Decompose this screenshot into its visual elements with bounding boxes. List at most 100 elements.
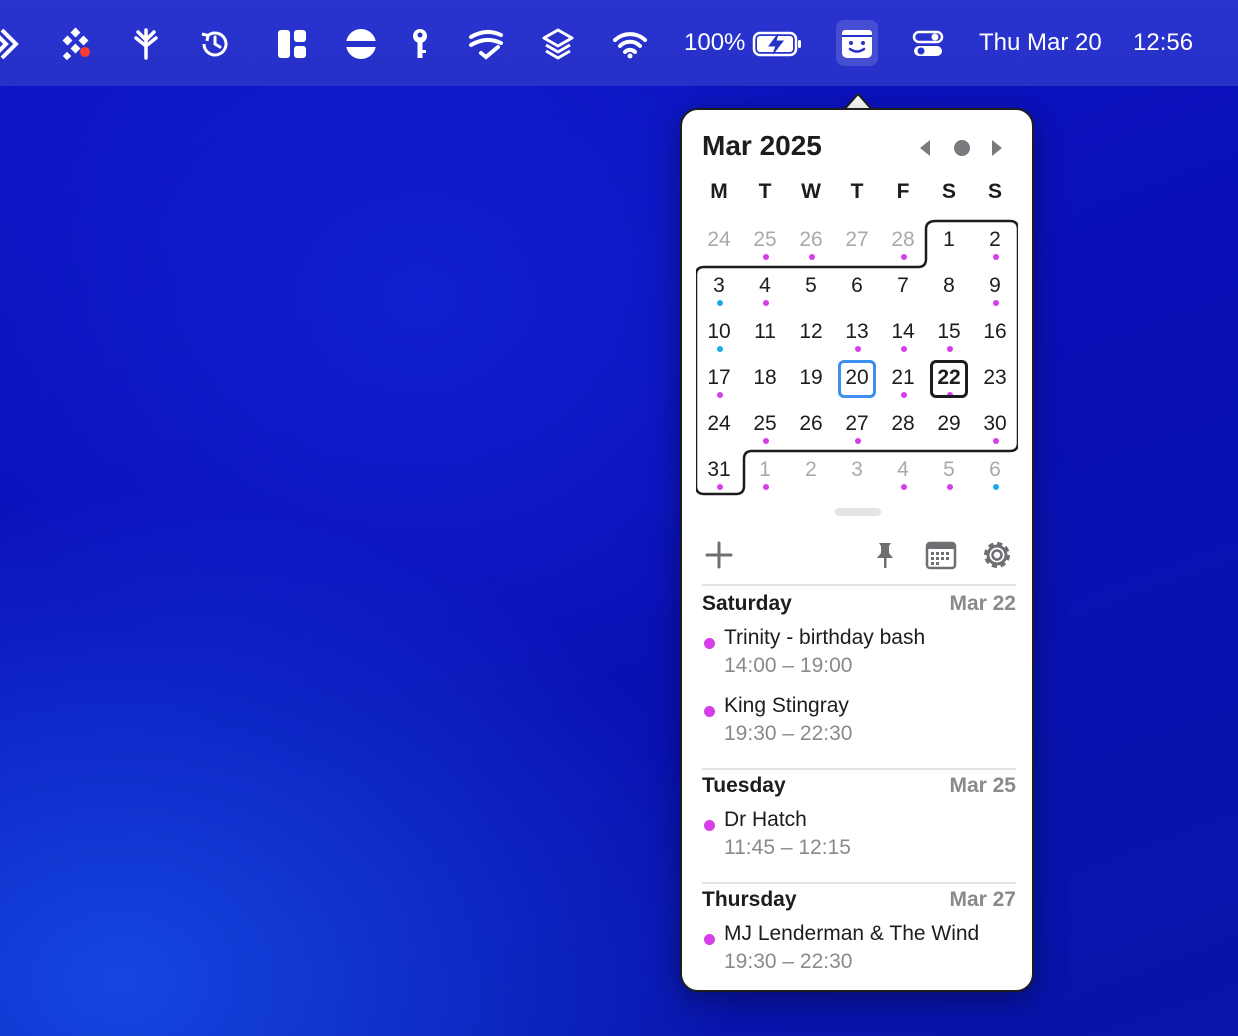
toolbar-divider bbox=[702, 584, 1016, 586]
event-title: Trinity - birthday bash bbox=[724, 626, 926, 649]
today-highlight bbox=[838, 360, 876, 398]
stacked-check-icon[interactable] bbox=[468, 26, 504, 62]
calendar-day[interactable]: 28 bbox=[880, 402, 926, 448]
menubar-time[interactable]: 12:56 bbox=[1133, 26, 1193, 60]
calendar-day[interactable]: 14 bbox=[880, 310, 926, 356]
calendar-day[interactable]: 18 bbox=[742, 356, 788, 402]
weekday-label: S bbox=[987, 180, 1002, 203]
agenda-event[interactable]: Trinity - birthday bash 14:00 – 19:00 bbox=[702, 624, 1016, 692]
calendar-day[interactable]: 25 bbox=[742, 402, 788, 448]
battery-charging-icon[interactable] bbox=[752, 26, 802, 62]
calendar-day[interactable]: 3 bbox=[696, 264, 742, 310]
calendar-day[interactable]: 8 bbox=[926, 264, 972, 310]
day-number: 16 bbox=[983, 320, 1007, 343]
event-indicator-dot bbox=[901, 346, 907, 352]
calendar-day[interactable]: 19 bbox=[788, 356, 834, 402]
calendar-day[interactable]: 1 bbox=[926, 218, 972, 264]
calendar-day[interactable]: 13 bbox=[834, 310, 880, 356]
menubar-date[interactable]: Thu Mar 20 bbox=[979, 26, 1102, 60]
event-indicator-dot bbox=[763, 438, 769, 444]
calendar-day[interactable]: 16 bbox=[972, 310, 1018, 356]
event-time: 11:45 – 12:15 bbox=[724, 836, 851, 859]
calendar-day[interactable]: 5 bbox=[926, 448, 972, 494]
resize-handle[interactable] bbox=[835, 508, 881, 516]
popover-toolbar bbox=[702, 538, 1016, 572]
day-number: 26 bbox=[799, 412, 823, 435]
calendar-day[interactable]: 6 bbox=[972, 448, 1018, 494]
calendar-day[interactable]: 2 bbox=[788, 448, 834, 494]
day-number: 24 bbox=[707, 228, 731, 251]
gear-icon[interactable] bbox=[980, 538, 1014, 572]
calendar-day[interactable]: 11 bbox=[742, 310, 788, 356]
calendar-day[interactable]: 31 bbox=[696, 448, 742, 494]
event-indicator-dot bbox=[947, 346, 953, 352]
plus-icon[interactable] bbox=[702, 538, 736, 572]
layers-icon[interactable] bbox=[540, 26, 576, 62]
pin-icon[interactable] bbox=[868, 538, 902, 572]
event-indicator-dot bbox=[717, 484, 723, 490]
itsycal-face-icon[interactable] bbox=[839, 26, 875, 62]
grid-notification-icon[interactable] bbox=[58, 26, 94, 62]
calendar-day[interactable]: 17 bbox=[696, 356, 742, 402]
event-indicator-dot bbox=[763, 484, 769, 490]
wifi-icon[interactable] bbox=[612, 26, 648, 62]
calendar-color-dot bbox=[704, 934, 715, 945]
key-icon[interactable] bbox=[402, 26, 438, 62]
event-time: 19:30 – 22:30 bbox=[724, 722, 853, 745]
agenda-day-name: Tuesday bbox=[702, 774, 786, 797]
calendar-day[interactable]: 24 bbox=[696, 402, 742, 448]
calendar-day[interactable]: 5 bbox=[788, 264, 834, 310]
calendar-day[interactable]: 26 bbox=[788, 402, 834, 448]
calendar-day[interactable]: 30 bbox=[972, 402, 1018, 448]
calendar-day[interactable]: 15 bbox=[926, 310, 972, 356]
calendar-day[interactable]: 28 bbox=[880, 218, 926, 264]
calendar-day[interactable]: 2 bbox=[972, 218, 1018, 264]
calendar-day[interactable]: 22 bbox=[926, 356, 972, 402]
agenda-day-section: Thursday Mar 27 MJ Lenderman & The Wind 19:… bbox=[702, 884, 1016, 996]
calendar-app-icon[interactable] bbox=[924, 538, 958, 572]
day-number: 23 bbox=[983, 366, 1007, 389]
day-number: 5 bbox=[805, 274, 817, 297]
calendar-day[interactable]: 25 bbox=[742, 218, 788, 264]
layout-icon[interactable] bbox=[274, 26, 310, 62]
calendar-day[interactable]: 3 bbox=[834, 448, 880, 494]
calendar-day[interactable]: 27 bbox=[834, 402, 880, 448]
agenda-day-name: Thursday bbox=[702, 888, 797, 911]
calendar-day[interactable]: 27 bbox=[834, 218, 880, 264]
agenda-event[interactable]: MJ Lenderman & The Wind 19:30 – 22:30 bbox=[702, 920, 1016, 988]
calendar-day[interactable]: 26 bbox=[788, 218, 834, 264]
calendar-day[interactable]: 9 bbox=[972, 264, 1018, 310]
next-month-icon[interactable] bbox=[988, 136, 1008, 160]
status-app-icon[interactable] bbox=[0, 26, 28, 62]
agenda-event[interactable]: Dr Hatch 11:45 – 12:15 bbox=[702, 806, 1016, 874]
previous-month-icon[interactable] bbox=[914, 136, 934, 160]
control-center-icon[interactable] bbox=[910, 26, 946, 62]
month-title: Mar 2025 bbox=[702, 130, 822, 161]
calendar-day[interactable]: 1 bbox=[742, 448, 788, 494]
calendar-day[interactable]: 12 bbox=[788, 310, 834, 356]
calendar-day[interactable]: 4 bbox=[742, 264, 788, 310]
agenda-event[interactable]: King Stingray 19:30 – 22:30 bbox=[702, 692, 1016, 760]
agenda-day-date: Mar 25 bbox=[949, 774, 1016, 797]
calendar-day[interactable]: 6 bbox=[834, 264, 880, 310]
agenda-day-date: Mar 22 bbox=[949, 592, 1016, 615]
calendar-day[interactable]: 4 bbox=[880, 448, 926, 494]
event-title: King Stingray bbox=[724, 694, 849, 717]
calendar-day[interactable]: 7 bbox=[880, 264, 926, 310]
calendar-color-dot bbox=[704, 706, 715, 717]
minus-circle-icon[interactable] bbox=[343, 26, 379, 62]
calendar-day[interactable]: 24 bbox=[696, 218, 742, 264]
day-number: 7 bbox=[897, 274, 909, 297]
event-indicator-dot bbox=[763, 300, 769, 306]
calendar-day[interactable]: 10 bbox=[696, 310, 742, 356]
day-number: 12 bbox=[799, 320, 823, 343]
bluetooth-fork-icon[interactable] bbox=[128, 26, 164, 62]
today-dot-icon[interactable] bbox=[950, 136, 974, 160]
calendar-day[interactable]: 23 bbox=[972, 356, 1018, 402]
calendar-day[interactable]: 21 bbox=[880, 356, 926, 402]
time-machine-icon[interactable] bbox=[197, 26, 233, 62]
agenda-day-section: Tuesday Mar 25 Dr Hatch 11:45 – 12:15 bbox=[702, 770, 1016, 884]
calendar-day[interactable]: 29 bbox=[926, 402, 972, 448]
agenda-day-name: Saturday bbox=[702, 592, 792, 615]
calendar-day[interactable]: 20 bbox=[834, 356, 880, 402]
